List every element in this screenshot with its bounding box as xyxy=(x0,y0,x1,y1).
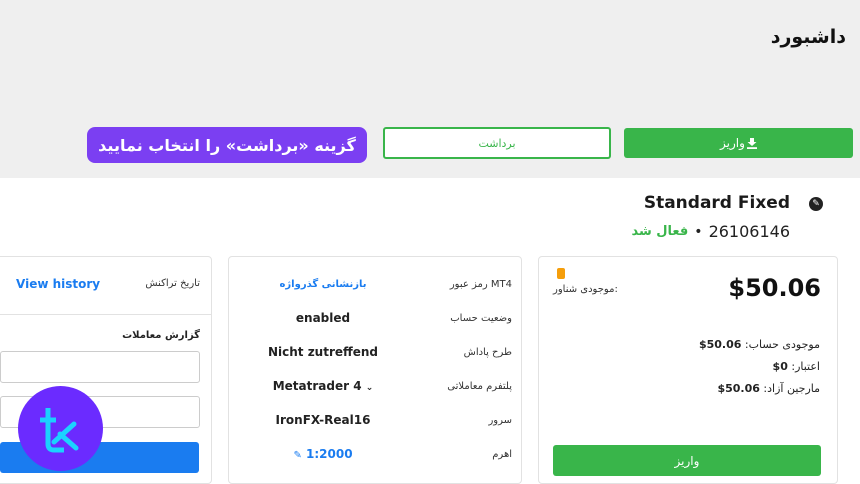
withdraw-button[interactable]: برداشت xyxy=(383,127,611,159)
info-label: سرور xyxy=(488,414,512,426)
chevron-down-icon: ⌄ xyxy=(365,383,374,393)
brand-logo xyxy=(18,386,103,471)
info-row-bonus: Nicht zutreffend طرح پاداش xyxy=(244,342,512,362)
deposit-label: واریز xyxy=(720,136,745,150)
stat-label: مارجین آزاد: xyxy=(763,382,820,395)
info-label: رمز عبور MT4 xyxy=(449,278,512,290)
report-from-date-field[interactable] xyxy=(0,351,200,383)
instruction-callout: گزینه «برداشت» را انتخاب نمایید xyxy=(87,127,367,163)
deposit-button[interactable]: واریز xyxy=(624,128,853,158)
reset-password-link[interactable]: بازنشانی گذرواژه xyxy=(244,279,402,290)
floating-balance-value: $50.06 xyxy=(728,274,821,302)
transaction-history-title: تاریخ تراکنش xyxy=(145,278,200,289)
stat-account-balance: موجودی حساب: 50.06$ xyxy=(699,338,820,351)
info-row-platform: Metatrader 4 ⌄ پلتفرم معاملاتی xyxy=(244,376,512,396)
info-label: پلتفرم معاملاتی xyxy=(447,380,512,392)
trade-report-title: گزارش معاملات xyxy=(122,330,200,341)
platform-dropdown[interactable]: Metatrader 4 ⌄ xyxy=(244,379,402,393)
account-meta: 26106146 • فعال شد xyxy=(631,222,790,241)
info-value: enabled xyxy=(295,311,351,325)
stat-free-margin: مارجین آزاد: 50.06$ xyxy=(717,382,820,395)
info-row-password: بازنشانی گذرواژه رمز عبور MT4 xyxy=(244,274,512,294)
info-value: IronFX-Real16 xyxy=(275,413,371,427)
stat-label: موجودی حساب: xyxy=(744,338,820,351)
page-title: داشبورد xyxy=(770,26,846,48)
stat-credit: اعتبار: 0$ xyxy=(773,360,820,373)
stat-value: 50.06$ xyxy=(717,382,760,395)
account-number: 26106146 xyxy=(708,222,790,241)
floating-balance-label: موجودی شناور: xyxy=(553,284,618,295)
stat-label: اعتبار: xyxy=(791,360,820,373)
leverage-value: 1:2000 xyxy=(306,447,353,461)
info-row-leverage: ✎ 1:2000 اهرم xyxy=(244,444,512,464)
account-status: فعال شد xyxy=(631,224,689,239)
info-label: اهرم xyxy=(492,448,512,460)
info-value: Nicht zutreffend xyxy=(267,345,379,359)
stat-value: 0$ xyxy=(772,360,788,373)
card-deposit-button[interactable]: واریز xyxy=(553,445,821,476)
view-history-link[interactable]: View history xyxy=(16,277,100,291)
download-icon xyxy=(746,137,757,149)
account-settings-icon[interactable]: ✎ xyxy=(809,197,823,211)
platform-value: Metatrader 4 xyxy=(272,379,362,393)
info-row-server: IronFX-Real16 سرور xyxy=(244,410,512,430)
edit-icon: ✎ xyxy=(293,450,302,461)
info-label: وضعیت حساب xyxy=(450,312,512,324)
info-row-status: enabled وضعیت حساب xyxy=(244,308,512,328)
info-label: طرح پاداش xyxy=(463,346,512,358)
coin-icon xyxy=(557,268,565,279)
divider xyxy=(0,314,212,315)
stat-value: 50.06$ xyxy=(698,338,742,351)
separator-dot: • xyxy=(694,223,703,240)
logo-mark-icon xyxy=(39,407,78,452)
account-type-name: Standard Fixed xyxy=(643,193,790,213)
leverage-edit[interactable]: ✎ 1:2000 xyxy=(244,447,402,461)
